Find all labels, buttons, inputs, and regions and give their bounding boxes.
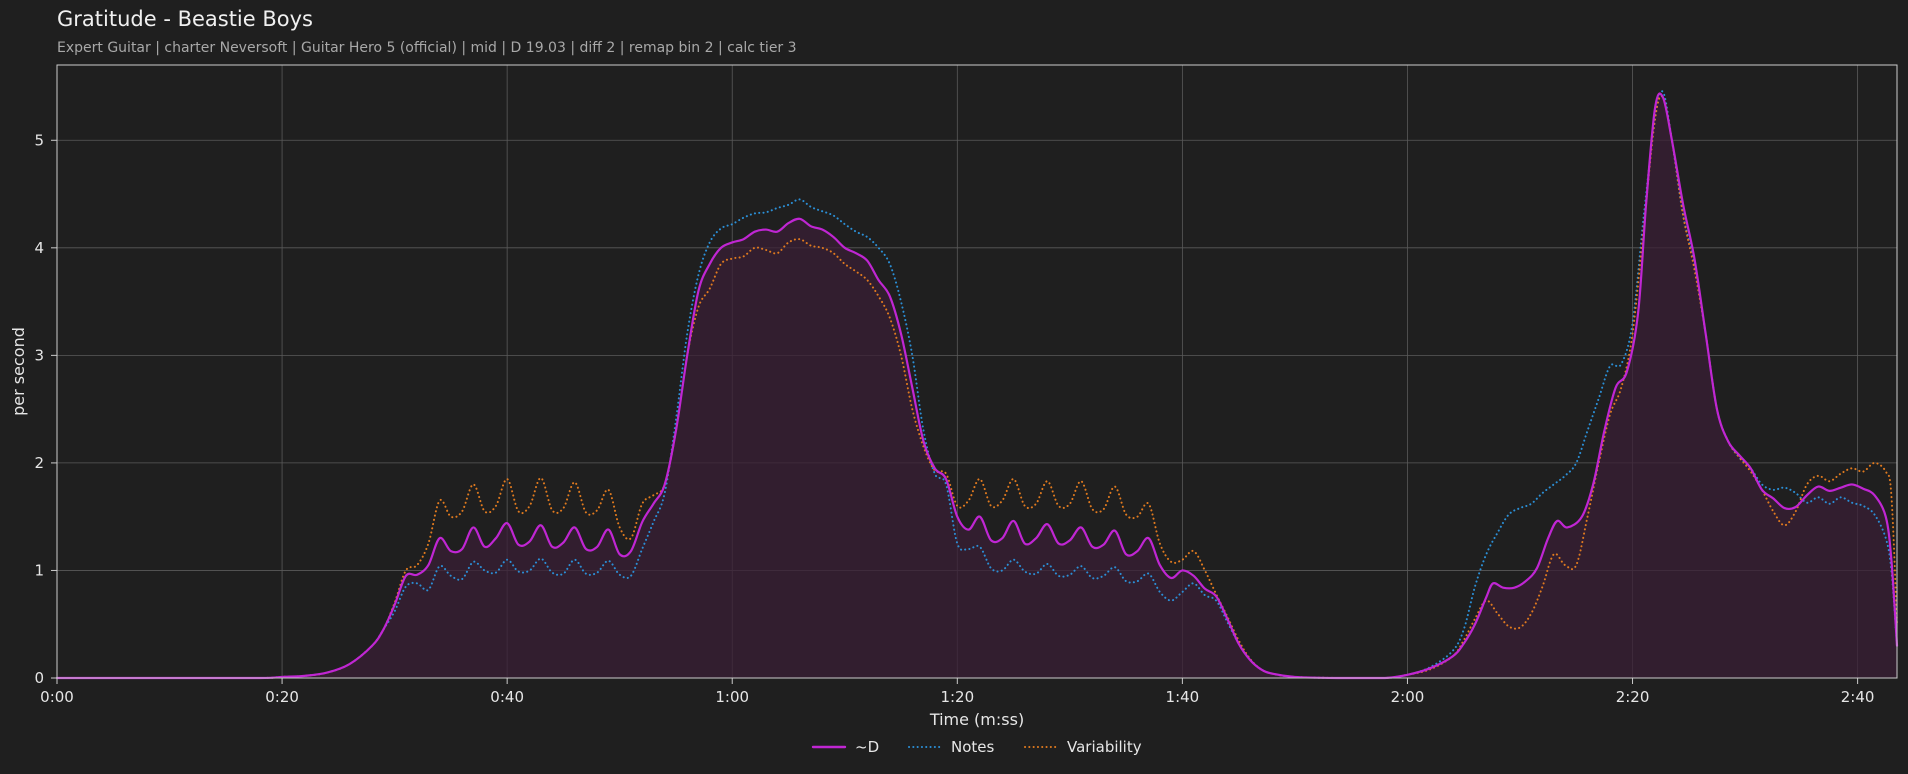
- y-tick-label: 5: [34, 131, 44, 149]
- x-tick-label: 0:40: [490, 688, 524, 706]
- x-tick-label: 0:20: [265, 688, 299, 706]
- legend-label: Variability: [1067, 738, 1142, 756]
- x-tick-label: 2:20: [1616, 688, 1650, 706]
- y-tick-label: 3: [34, 346, 44, 364]
- x-tick-label: 1:20: [940, 688, 974, 706]
- x-tick-label: 1:40: [1166, 688, 1200, 706]
- x-tick-label: 2:00: [1391, 688, 1425, 706]
- legend: ~D Notes Variability: [811, 738, 1142, 756]
- x-tick-label: 0:00: [40, 688, 74, 706]
- y-tick-label: 0: [34, 669, 44, 687]
- legend-label: ~D: [855, 738, 879, 756]
- line-chart: 0:00 0:20 0:40 1:00 1:20 1:40 2:00 2:20 2:40 0 1 2 3…: [9, 64, 1899, 756]
- x-axis-label: Time (m:ss): [929, 710, 1024, 729]
- y-tick-label: 1: [34, 561, 44, 579]
- x-tick-label: 1:00: [715, 688, 749, 706]
- y-tick-label: 2: [34, 454, 44, 472]
- x-tick-label: 2:40: [1841, 688, 1875, 706]
- y-axis-label: per second: [9, 327, 28, 416]
- y-tick-label: 4: [34, 239, 44, 257]
- legend-label: Notes: [951, 738, 995, 756]
